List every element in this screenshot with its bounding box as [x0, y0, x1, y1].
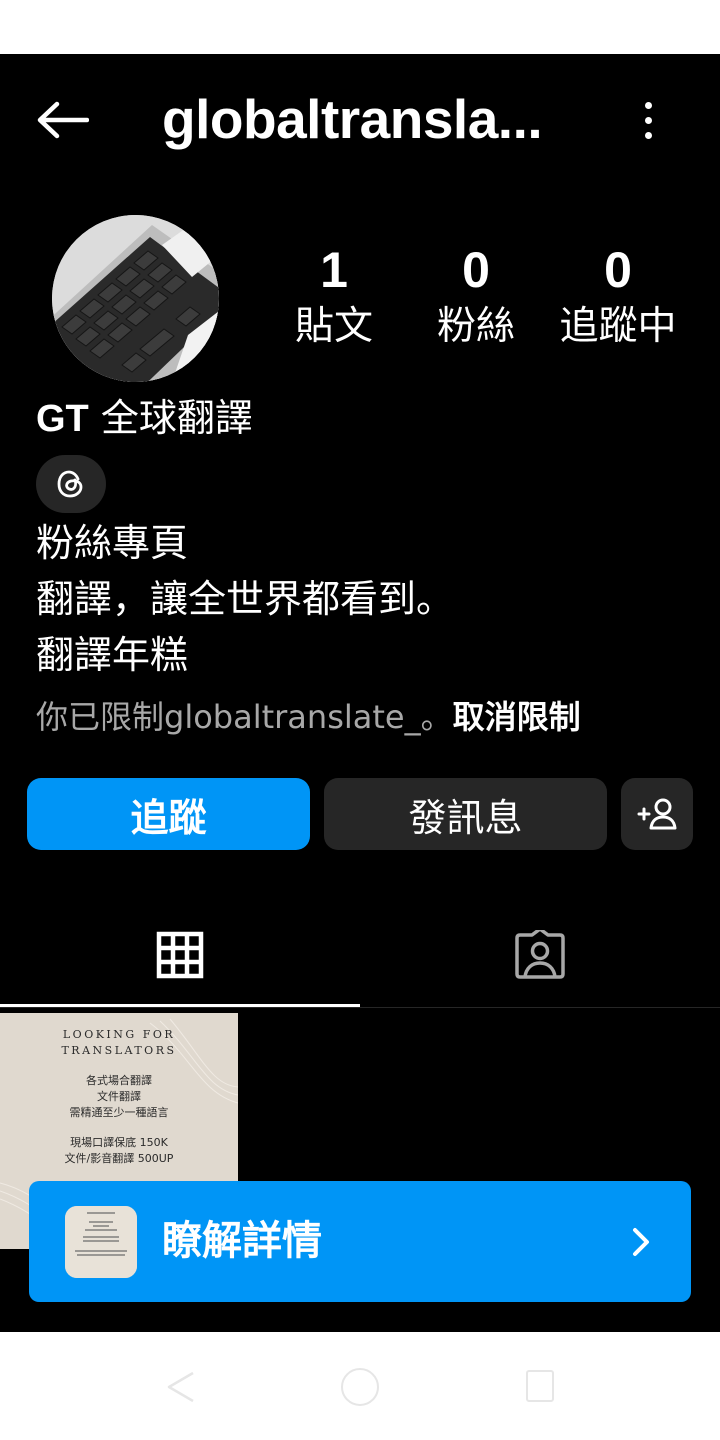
following-count: 0: [604, 242, 632, 298]
display-name: GT 全球翻譯: [36, 396, 253, 440]
status-bar: [0, 0, 720, 54]
profile-screen: globaltransla... 1 貼文 0 粉絲 0 追蹤中 GT 全球翻譯…: [0, 54, 720, 1332]
nav-back-icon[interactable]: [165, 1370, 197, 1404]
stat-posts[interactable]: 1 貼文: [264, 240, 404, 352]
followers-label: 粉絲: [436, 304, 515, 349]
threads-icon: [57, 470, 83, 498]
post-price-line: 文件/影音翻譯 500UP: [64, 1152, 174, 1165]
following-label: 追蹤中: [559, 304, 677, 349]
more-options-button[interactable]: [622, 90, 674, 150]
follow-button[interactable]: 追蹤: [27, 778, 310, 850]
posts-label: 貼文: [294, 304, 373, 349]
stat-followers[interactable]: 0 粉絲: [406, 240, 546, 352]
restricted-notice: 你已限制globaltranslate_。取消限制: [36, 698, 581, 736]
posts-count: 1: [320, 242, 348, 298]
add-person-icon: [637, 798, 677, 830]
profile-username: globaltransla...: [162, 88, 543, 150]
threads-badge[interactable]: [36, 455, 106, 513]
system-nav-bar: [0, 1332, 720, 1440]
learn-more-banner[interactable]: 瞭解詳情: [29, 1181, 691, 1302]
grid-icon: [156, 931, 204, 979]
suggested-accounts-button[interactable]: [621, 778, 693, 850]
post-body-line: 需精通至少一種語言: [69, 1106, 169, 1119]
more-vertical-icon: [644, 101, 652, 109]
back-button[interactable]: [30, 92, 94, 148]
tab-tagged[interactable]: [360, 904, 720, 1006]
nav-home-icon[interactable]: [341, 1368, 379, 1406]
followers-count: 0: [462, 242, 490, 298]
bio-line: 翻譯年糕: [36, 633, 189, 677]
arrow-left-icon: [37, 101, 89, 139]
message-button[interactable]: 發訊息: [324, 778, 607, 850]
ad-thumbnail: [65, 1206, 137, 1278]
avatar[interactable]: [52, 215, 219, 382]
bio-line: 翻譯，讓全世界都看到。: [36, 577, 455, 621]
post-price-line: 現場口譯保底 150K: [70, 1136, 168, 1149]
tab-divider: [0, 1007, 720, 1008]
laptop-keyboard-photo: [52, 215, 219, 382]
post-heading-line: TRANSLATORS: [61, 1044, 177, 1057]
chevron-right-icon: [621, 1217, 661, 1267]
post-body-line: 文件翻譯: [97, 1090, 141, 1103]
post-heading-line: LOOKING FOR: [62, 1028, 176, 1041]
nav-recents-icon[interactable]: [526, 1370, 554, 1402]
bio-line: 粉絲專頁: [36, 521, 189, 565]
top-bar: globaltransla...: [0, 54, 720, 184]
tab-posts-grid[interactable]: [0, 904, 360, 1006]
tagged-person-icon: [515, 930, 565, 979]
unrestrict-link[interactable]: 取消限制: [453, 698, 581, 736]
post-body-line: 各式場合翻譯: [86, 1074, 152, 1087]
learn-more-label: 瞭解詳情: [162, 1218, 322, 1264]
stat-following[interactable]: 0 追蹤中: [548, 240, 688, 352]
